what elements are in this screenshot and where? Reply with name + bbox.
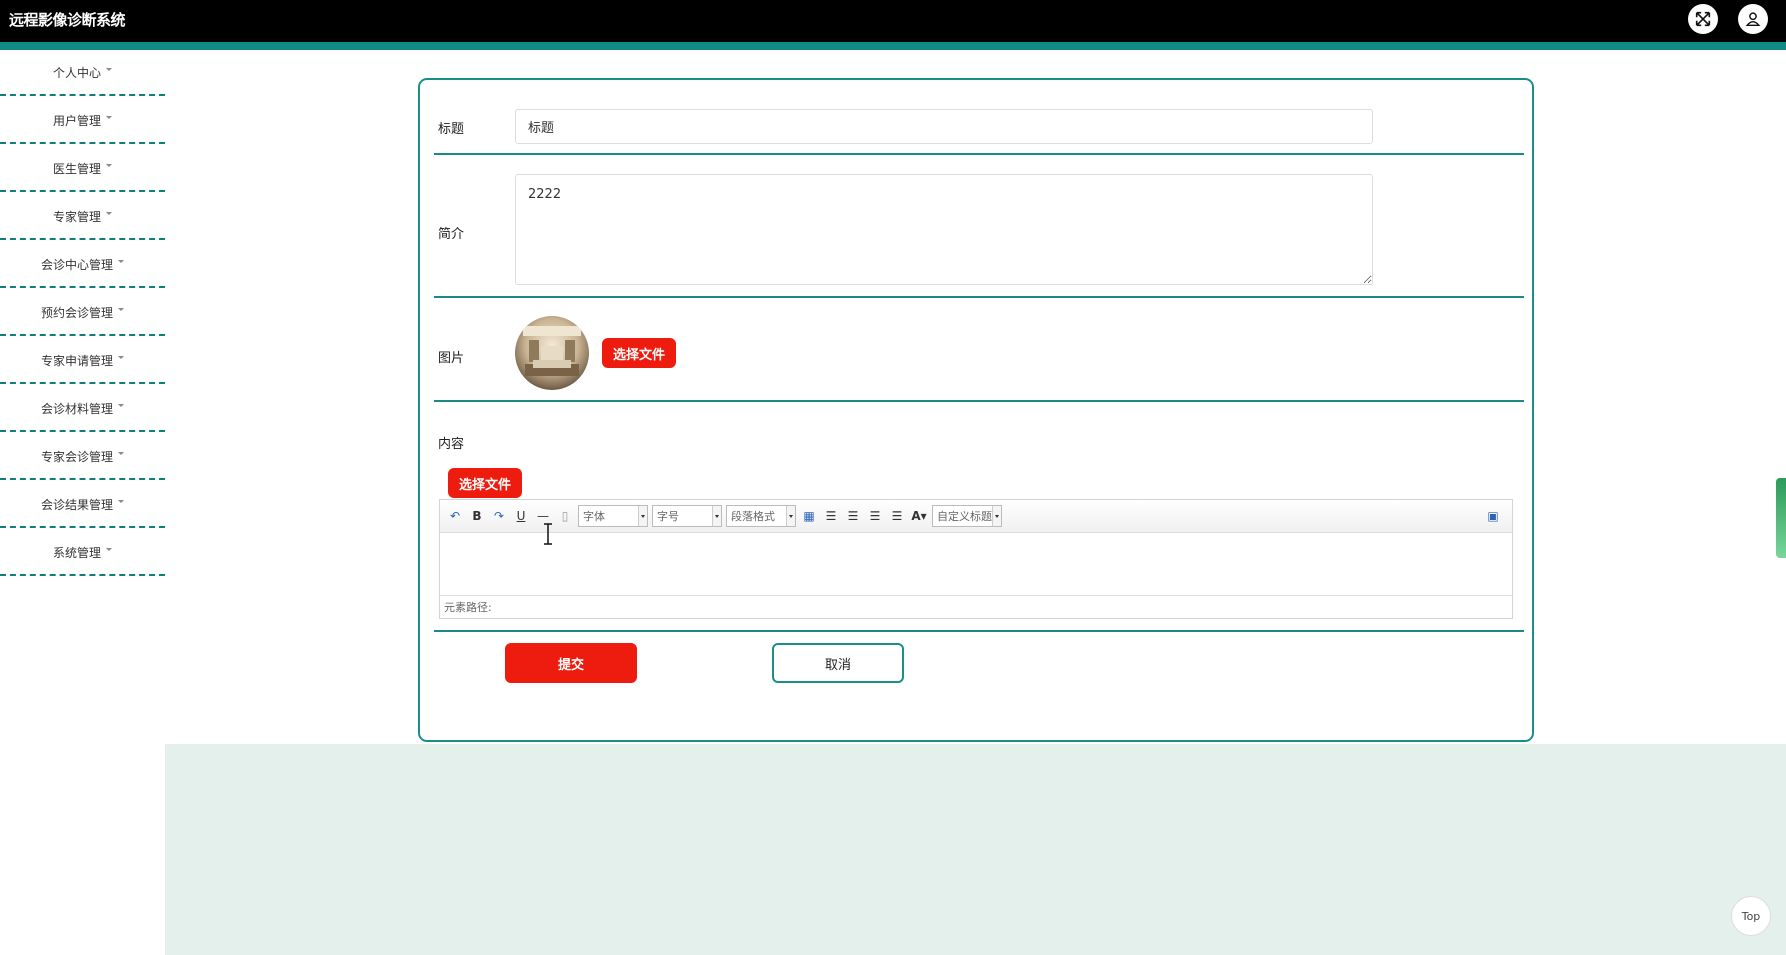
row-divider xyxy=(434,296,1524,298)
caret-down-icon xyxy=(118,355,124,359)
sidebar-item-consult-results[interactable]: 会诊结果管理 xyxy=(0,482,165,528)
redo-icon[interactable]: ↷ xyxy=(490,507,508,525)
content-select-file-button[interactable]: 选择文件 xyxy=(448,468,522,498)
app-title: 远程影像诊断系统 xyxy=(9,11,126,29)
sidebar-item-label: 个人中心 xyxy=(52,65,101,80)
title-input[interactable] xyxy=(515,109,1373,144)
bold-icon[interactable]: B xyxy=(468,507,486,525)
header-accent-line xyxy=(0,42,1786,50)
dropdown-arrow-icon xyxy=(786,506,795,526)
element-path-bar: 元素路径: xyxy=(440,595,1512,620)
top-bar: 远程影像诊断系统 xyxy=(0,0,1786,42)
caret-down-icon xyxy=(118,451,124,455)
dropdown-arrow-icon xyxy=(992,506,1001,526)
font-color-icon[interactable]: A▾ xyxy=(910,507,928,525)
edit-form: 标题 简介 2222 图片 选择文件 内容 选择文件 ↶ B ↷ U — ▯ 字… xyxy=(418,78,1534,742)
sidebar-item-consult-materials[interactable]: 会诊材料管理 xyxy=(0,386,165,432)
align-left-icon[interactable]: ☰ xyxy=(822,507,840,525)
preview-image xyxy=(515,316,589,390)
sidebar-item-consult-center[interactable]: 会诊中心管理 xyxy=(0,242,165,288)
sidebar-item-label: 会诊中心管理 xyxy=(40,257,113,272)
scrollbar-thumb[interactable] xyxy=(1776,478,1786,558)
expand-icon xyxy=(1695,11,1711,27)
content-label: 内容 xyxy=(438,437,465,452)
editor-toolbar: ↶ B ↷ U — ▯ 字体 字号 段落格式 ▦ ☰ ☰ ☰ ☰ A▾ 自定义标… xyxy=(440,500,1512,533)
sidebar-item-expert-applications[interactable]: 专家申请管理 xyxy=(0,338,165,384)
sidebar-item-label: 专家申请管理 xyxy=(40,353,113,368)
row-divider xyxy=(434,153,1524,155)
custom-heading-select[interactable]: 自定义标题 xyxy=(932,505,1002,527)
align-right-icon[interactable]: ☰ xyxy=(844,507,862,525)
paragraph-format-select[interactable]: 段落格式 xyxy=(726,505,796,527)
rich-text-editor: ↶ B ↷ U — ▯ 字体 字号 段落格式 ▦ ☰ ☰ ☰ ☰ A▾ 自定义标… xyxy=(439,499,1513,619)
sidebar-item-users[interactable]: 用户管理 xyxy=(0,98,165,144)
sidebar-item-label: 预约会诊管理 xyxy=(40,305,113,320)
caret-down-icon xyxy=(106,547,112,551)
caret-down-icon xyxy=(118,403,124,407)
sidebar-item-experts[interactable]: 专家管理 xyxy=(0,194,165,240)
cancel-button[interactable]: 取消 xyxy=(772,643,904,683)
image-select-file-button[interactable]: 选择文件 xyxy=(602,338,676,368)
sidebar-item-label: 专家会诊管理 xyxy=(40,449,113,464)
sidebar-item-label: 会诊结果管理 xyxy=(40,497,113,512)
sidebar-item-label: 医生管理 xyxy=(52,161,101,176)
caret-down-icon xyxy=(118,259,124,263)
row-divider xyxy=(434,630,1524,632)
custom-heading-value: 自定义标题 xyxy=(937,510,992,523)
editor-content-area[interactable] xyxy=(440,533,1512,595)
dropdown-arrow-icon xyxy=(712,506,721,526)
sidebar-item-label: 会诊材料管理 xyxy=(40,401,113,416)
image-label: 图片 xyxy=(438,351,465,366)
sidebar-item-label: 专家管理 xyxy=(52,209,101,224)
font-size-select[interactable]: 字号 xyxy=(652,505,722,527)
sidebar-item-system[interactable]: 系统管理 xyxy=(0,530,165,576)
submit-button[interactable]: 提交 xyxy=(505,643,637,683)
caret-down-icon xyxy=(118,499,124,503)
undo-icon[interactable]: ↶ xyxy=(446,507,464,525)
caret-down-icon xyxy=(106,67,112,71)
title-label: 标题 xyxy=(438,122,465,137)
font-size-value: 字号 xyxy=(657,510,679,523)
sidebar-item-expert-consults[interactable]: 专家会诊管理 xyxy=(0,434,165,480)
content-background xyxy=(165,744,1786,955)
user-icon xyxy=(1745,12,1761,27)
page-icon[interactable]: ▯ xyxy=(556,507,574,525)
back-to-top-button[interactable]: Top xyxy=(1731,896,1771,936)
font-family-select[interactable]: 字体 xyxy=(578,505,648,527)
font-family-value: 字体 xyxy=(583,510,605,523)
align-justify-icon[interactable]: ☰ xyxy=(888,507,906,525)
sidebar-item-appointments[interactable]: 预约会诊管理 xyxy=(0,290,165,336)
sidebar-item-doctors[interactable]: 医生管理 xyxy=(0,146,165,192)
paragraph-format-value: 段落格式 xyxy=(731,510,775,523)
caret-down-icon xyxy=(106,163,112,167)
underline-icon[interactable]: U xyxy=(512,507,530,525)
sidebar-item-label: 系统管理 xyxy=(52,545,101,560)
row-divider xyxy=(434,400,1524,402)
intro-label: 简介 xyxy=(438,227,465,242)
user-button[interactable] xyxy=(1738,4,1768,34)
sidebar: 个人中心 用户管理 医生管理 专家管理 会诊中心管理 预约会诊管理 专家申请管理… xyxy=(0,50,165,578)
fullscreen-button[interactable] xyxy=(1688,4,1718,34)
sidebar-item-label: 用户管理 xyxy=(52,113,101,128)
align-center-icon[interactable]: ☰ xyxy=(866,507,884,525)
dropdown-arrow-icon xyxy=(638,506,647,526)
table-icon[interactable]: ▦ xyxy=(800,507,818,525)
caret-down-icon xyxy=(106,211,112,215)
preview-icon[interactable]: ▣ xyxy=(1484,507,1502,525)
intro-textarea[interactable]: 2222 xyxy=(515,174,1373,285)
caret-down-icon xyxy=(106,115,112,119)
text-cursor-icon xyxy=(543,523,553,549)
caret-down-icon xyxy=(118,307,124,311)
sidebar-item-personal-center[interactable]: 个人中心 xyxy=(0,50,165,96)
